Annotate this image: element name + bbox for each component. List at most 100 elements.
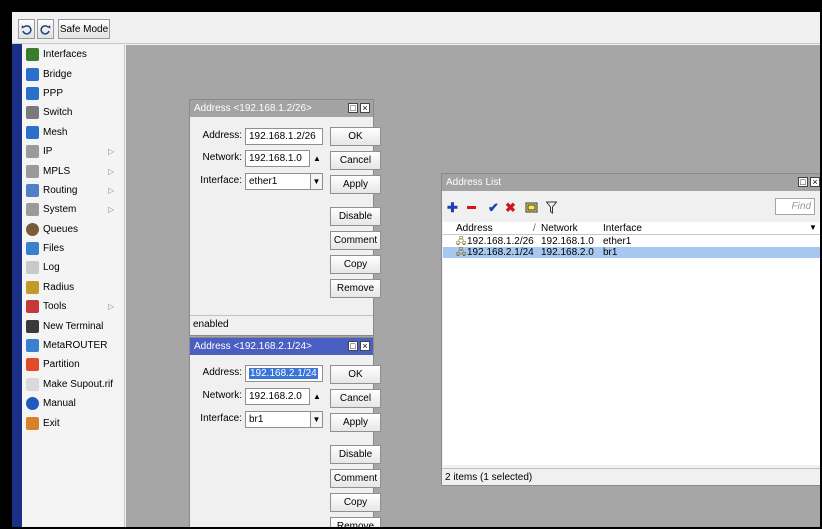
- network-label: Network:: [202, 152, 242, 163]
- address-input[interactable]: 192.168.2.1/24: [245, 365, 323, 382]
- sidebar-item-label: Routing: [43, 184, 78, 196]
- sidebar-item-manual[interactable]: Manual: [22, 394, 124, 413]
- maximize-button[interactable]: □: [798, 177, 808, 187]
- copy-button[interactable]: Copy: [330, 493, 381, 512]
- log-icon: [26, 261, 39, 275]
- safe-mode-button[interactable]: Safe Mode: [58, 19, 110, 39]
- sidebar-item-ppp[interactable]: PPP: [22, 84, 124, 103]
- maximize-button[interactable]: □: [348, 103, 358, 113]
- chevron-down-icon: ▼: [312, 177, 321, 186]
- address-window-1: Address <192.168.1.2/26> □ × Address: 19…: [189, 99, 381, 336]
- cancel-button[interactable]: Cancel: [330, 389, 381, 408]
- enable-button[interactable]: ✔: [485, 199, 502, 216]
- sidebar-item-routing[interactable]: Routing ▷: [22, 181, 124, 200]
- sidebar-item-label: System: [43, 204, 77, 216]
- sidebar-item-mpls[interactable]: MPLS ▷: [22, 161, 124, 180]
- address-input[interactable]: 192.168.1.2/26: [245, 128, 323, 145]
- network-input[interactable]: 192.168.2.0: [245, 388, 310, 405]
- copy-button[interactable]: Copy: [330, 255, 381, 274]
- radius-icon: [26, 280, 39, 294]
- plus-icon: ✚: [447, 199, 458, 215]
- maximize-icon: □: [350, 103, 356, 113]
- column-header-interface[interactable]: Interface: [603, 223, 642, 234]
- network-collapse-arrow[interactable]: ▲: [311, 389, 323, 404]
- close-icon: ×: [812, 177, 818, 187]
- disable-button[interactable]: Disable: [330, 445, 381, 464]
- address-window-1-titlebar[interactable]: Address <192.168.1.2/26>: [190, 100, 373, 117]
- sidebar-item-make-supout-rif[interactable]: Make Supout.rif: [22, 375, 124, 394]
- apply-button[interactable]: Apply: [330, 413, 381, 432]
- sidebar-item-log[interactable]: Log: [22, 258, 124, 277]
- window-title: Address <192.168.2.1/24>: [194, 341, 312, 352]
- network-input[interactable]: 192.168.1.0: [245, 150, 310, 167]
- status-text: 2 items (1 selected): [442, 468, 820, 485]
- disable-button[interactable]: ✖: [502, 199, 519, 216]
- mpls-icon: [26, 164, 39, 178]
- columns-dropdown-button[interactable]: ▼: [809, 223, 817, 232]
- partition-icon: [26, 358, 39, 372]
- sidebar-item-label: PPP: [43, 87, 64, 99]
- address-icon: 🖧: [456, 236, 467, 246]
- address-window-2-titlebar[interactable]: Address <192.168.2.1/24>: [190, 338, 373, 355]
- comment-button[interactable]: Comment: [330, 469, 381, 488]
- maximize-button[interactable]: □: [348, 341, 358, 351]
- column-header-address[interactable]: Address: [456, 223, 493, 234]
- filter-button[interactable]: [543, 199, 560, 216]
- address-list-titlebar[interactable]: Address List: [442, 174, 820, 191]
- sidebar-item-interfaces[interactable]: Interfaces: [22, 45, 124, 64]
- top-toolbar: Safe Mode: [12, 12, 820, 44]
- checkmark-icon: ✔: [488, 199, 499, 215]
- apply-button[interactable]: Apply: [330, 175, 381, 194]
- sidebar-item-new-terminal[interactable]: New Terminal: [22, 316, 124, 335]
- sidebar-item-tools[interactable]: Tools ▷: [22, 297, 124, 316]
- status-text: enabled: [190, 315, 373, 332]
- cell-address: 192.168.1.2/26: [467, 236, 534, 247]
- sidebar-item-radius[interactable]: Radius: [22, 278, 124, 297]
- add-button[interactable]: ✚: [444, 199, 461, 216]
- close-icon: ×: [362, 341, 368, 351]
- undo-icon: [21, 24, 32, 35]
- remove-button[interactable]: Remove: [330, 279, 381, 298]
- sidebar-item-ip[interactable]: IP ▷: [22, 142, 124, 161]
- ok-button[interactable]: OK: [330, 365, 381, 384]
- submenu-arrow-icon: ▷: [108, 302, 115, 312]
- interface-dropdown-button[interactable]: ▼: [310, 412, 322, 427]
- interface-dropdown-button[interactable]: ▼: [310, 174, 322, 189]
- disable-button[interactable]: Disable: [330, 207, 381, 226]
- sidebar-item-files[interactable]: Files: [22, 239, 124, 258]
- address-list-window: Address List □ × ✚ ✔ ✖ Find Address / Ne: [441, 173, 820, 486]
- cross-icon: ✖: [505, 199, 516, 215]
- ip-icon: [26, 145, 39, 159]
- minus-icon: [467, 206, 476, 209]
- close-button[interactable]: ×: [810, 177, 820, 187]
- network-collapse-arrow[interactable]: ▲: [311, 151, 323, 166]
- close-icon: ×: [362, 103, 368, 113]
- close-button[interactable]: ×: [360, 341, 370, 351]
- sidebar-item-label: MetaROUTER: [43, 340, 108, 352]
- remove-button[interactable]: [463, 199, 480, 216]
- comment-button[interactable]: [523, 199, 540, 216]
- sidebar-item-switch[interactable]: Switch: [22, 103, 124, 122]
- undo-button[interactable]: [18, 19, 35, 39]
- sidebar-item-label: Manual: [43, 398, 76, 410]
- sidebar-item-mesh[interactable]: Mesh: [22, 123, 124, 142]
- column-header-network[interactable]: Network: [541, 223, 578, 234]
- sidebar-item-metarouter[interactable]: MetaROUTER: [22, 336, 124, 355]
- sidebar-item-queues[interactable]: Queues: [22, 220, 124, 239]
- cancel-button[interactable]: Cancel: [330, 151, 381, 170]
- comment-button[interactable]: Comment: [330, 231, 381, 250]
- sidebar-menu: Interfaces Bridge PPP Switch Mesh IP ▷ MPLS ▷ Rou…: [22, 45, 125, 527]
- remove-button[interactable]: Remove: [330, 517, 381, 527]
- sidebar-item-exit[interactable]: Exit: [22, 413, 124, 432]
- table-row[interactable]: 🖧 192.168.2.1/24 192.168.2.0 br1: [443, 247, 820, 258]
- sidebar-item-partition[interactable]: Partition: [22, 355, 124, 374]
- metarouter-icon: [26, 339, 39, 353]
- close-button[interactable]: ×: [360, 103, 370, 113]
- table-row[interactable]: 🖧 192.168.1.2/26 192.168.1.0 ether1: [443, 236, 820, 247]
- ok-button[interactable]: OK: [330, 127, 381, 146]
- find-input[interactable]: Find: [775, 198, 815, 215]
- redo-button[interactable]: [37, 19, 54, 39]
- sidebar-item-system[interactable]: System ▷: [22, 200, 124, 219]
- sidebar-item-label: Tools: [43, 301, 67, 313]
- sidebar-item-bridge[interactable]: Bridge: [22, 64, 124, 83]
